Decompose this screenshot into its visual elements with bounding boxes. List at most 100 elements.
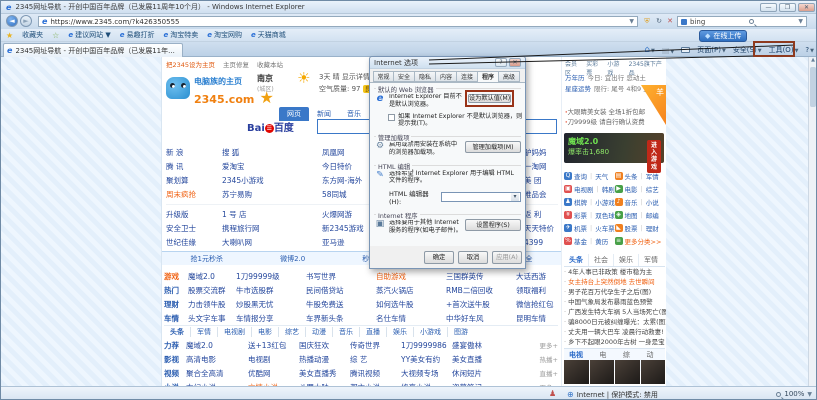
category-tab[interactable]: 综艺 (279, 327, 306, 337)
site-link[interactable]: 世纪佳缘 (166, 237, 222, 248)
cancel-button[interactable]: 取消 (458, 251, 488, 264)
ad-line[interactable]: ·刀9999级 请自行确认资费 (565, 117, 645, 127)
favorite-link[interactable]: 易趣打折 (120, 30, 155, 40)
site-link[interactable]: 综 艺 (350, 354, 401, 365)
quick-link[interactable]: 棋牌 (574, 197, 587, 207)
site-link[interactable]: 苏宁易购 (222, 189, 322, 200)
site-link[interactable]: 美 团 (524, 175, 558, 186)
site-link[interactable]: 力击领牛股 (188, 299, 236, 310)
set-homepage-link[interactable]: 把2345设为主页 (166, 59, 215, 69)
close-button[interactable]: ✕ (798, 3, 815, 12)
page-menu-button[interactable]: 页面(P)▼ (697, 45, 726, 55)
quick-link[interactable]: 地图 (625, 210, 638, 220)
site-link[interactable]: 新 浪 (166, 147, 222, 158)
favorite-link[interactable]: 淘宝网购 (207, 30, 242, 40)
site-link[interactable]: 头文字车事 (188, 313, 236, 324)
headline-link[interactable]: 骗8000日元被纠缠曝光：太累(图) (564, 317, 666, 327)
site-link[interactable]: 股票交流群 (188, 285, 236, 296)
quick-link[interactable]: 电视剧 (574, 184, 594, 194)
print-icon[interactable] (681, 47, 690, 53)
quick-link[interactable]: 小说 (646, 197, 659, 207)
site-link[interactable]: 牛股免费送 (306, 299, 376, 310)
site-link[interactable]: 蒸汽火锅店 (376, 285, 446, 296)
dialog-title-bar[interactable]: Internet 选项 ? ✕ (370, 57, 525, 69)
compatibility-icon[interactable]: ⛨ (642, 16, 652, 27)
quick-link[interactable]: 黄历 (595, 236, 608, 246)
minimize-button[interactable]: — (760, 3, 777, 12)
site-link[interactable]: 中华好车风 (446, 313, 516, 324)
site-link[interactable]: 聚合全高清 (186, 368, 248, 379)
site-link[interactable]: 周末疯抢 (166, 189, 222, 200)
home-button[interactable]: ⌂▼ (644, 45, 655, 55)
category-tab[interactable]: 娱乐 (387, 327, 414, 337)
calendar-line[interactable]: 万年历今日: 宜出行 忌动土 (565, 72, 646, 82)
scrollbar-thumb[interactable] (810, 67, 816, 107)
dialog-close-button[interactable]: ✕ (509, 58, 521, 67)
quick-link[interactable]: 邮编 (646, 210, 659, 220)
video-thumb[interactable] (615, 360, 640, 384)
site-link[interactable]: 微信抢红包 (516, 299, 558, 310)
site-link[interactable]: 驴妈妈 (524, 147, 558, 158)
site-link[interactable]: 大话西游 (516, 271, 558, 282)
checkbox-icon[interactable] (388, 114, 395, 121)
manage-addons-button[interactable]: 管理加载项(M) (465, 141, 521, 153)
site-link[interactable]: 昆明车情 (516, 313, 558, 324)
category-tab[interactable]: 小游戏 (414, 327, 448, 337)
promo-link[interactable]: 微博2.0 (280, 254, 305, 264)
enter-game-button[interactable]: 进入游戏 (647, 140, 661, 173)
maximize-button[interactable]: ❐ (779, 3, 796, 12)
quick-link[interactable]: 天气 (595, 171, 608, 181)
quick-link[interactable]: 音乐 (625, 197, 638, 207)
site-link[interactable]: 车情报分享 (236, 313, 306, 324)
add-favorite-icon[interactable]: ☆ (52, 31, 59, 40)
site-link[interactable]: 名仕车情 (376, 313, 446, 324)
dialog-tab[interactable]: 安全 (394, 71, 415, 82)
headline-link[interactable]: 4年人事已非政策 楼市稳为主 (564, 267, 666, 277)
dialog-tab[interactable]: 连接 (457, 71, 478, 82)
stop-button[interactable]: ✕ (665, 16, 675, 27)
headline-tab[interactable]: 社会 (589, 254, 614, 266)
site-link[interactable]: 送+13红包 (248, 340, 299, 351)
site-link[interactable]: 三国群英传 (446, 271, 516, 282)
quick-link[interactable]: 头条 (625, 171, 638, 181)
category-tab[interactable]: 音乐 (333, 327, 360, 337)
quick-link[interactable]: 机票 (574, 223, 587, 233)
homepage-repair-link[interactable]: 主页修复 (223, 59, 249, 69)
feeds-button[interactable]: ▤▼ (662, 46, 674, 55)
headline-link[interactable]: 广西发生特大车祸 5人当场死亡(图) (564, 307, 666, 317)
site-link[interactable]: 腾讯视频 (350, 368, 401, 379)
site-link[interactable]: 魔域2.0 (186, 340, 248, 351)
search-box[interactable]: bing ▼ (677, 16, 807, 27)
site-link[interactable]: 美女直播 (452, 354, 528, 365)
refresh-button[interactable]: ↻ (654, 16, 664, 27)
set-programs-button[interactable]: 设置程序(S) (465, 219, 521, 231)
quick-link[interactable]: 小游戏 (595, 197, 614, 207)
ad-line[interactable]: ·大眼睛美女装 全场1折包邮 (565, 107, 645, 117)
site-link[interactable]: 唯品会 (524, 189, 558, 200)
site-link[interactable]: 天天特价 (524, 223, 558, 234)
favorite-link[interactable]: 淘宝特卖 (163, 30, 198, 40)
weather-forecast[interactable]: 3天 晴 显示详情 (319, 72, 370, 82)
site-link[interactable]: 4399 (524, 238, 558, 247)
category-tab[interactable]: 动漫 (306, 327, 333, 337)
category-tab[interactable]: 电视剧 (218, 327, 252, 337)
site-link[interactable]: 书写世界 (306, 271, 376, 282)
site-link[interactable]: 1刀9999986 (401, 340, 452, 351)
favorites-star-icon[interactable]: ★ (6, 31, 13, 40)
site-link[interactable]: 传奇世界 (350, 340, 401, 351)
headline-link[interactable]: 乡下不起眼2000年古树 一身是宝 (564, 337, 666, 347)
site-link[interactable]: 电视剧 (248, 354, 299, 365)
dialog-tab[interactable]: 内容 (436, 71, 457, 82)
category-tab[interactable]: 电影 (252, 327, 279, 337)
zoom-control[interactable]: 100% ▼ (776, 390, 812, 398)
site-link[interactable]: 国庆狂欢 (299, 340, 350, 351)
html-editor-select[interactable] (441, 192, 521, 202)
video-thumb[interactable] (564, 360, 589, 384)
air-quality[interactable]: 空气质量: 97 良 (319, 83, 373, 94)
quick-link[interactable]: 综艺 (646, 184, 659, 194)
tab-2345[interactable]: e 2345网址导航 - 开创中国百年品牌（已发展11年... (3, 43, 183, 57)
video-thumb[interactable] (641, 360, 666, 384)
promo-link[interactable]: 抢1元秒杀 (191, 254, 223, 264)
headline-link[interactable]: 女主持台上突然倒地 去世瞬间 (564, 277, 666, 287)
quick-link[interactable]: 理财 (646, 223, 659, 233)
